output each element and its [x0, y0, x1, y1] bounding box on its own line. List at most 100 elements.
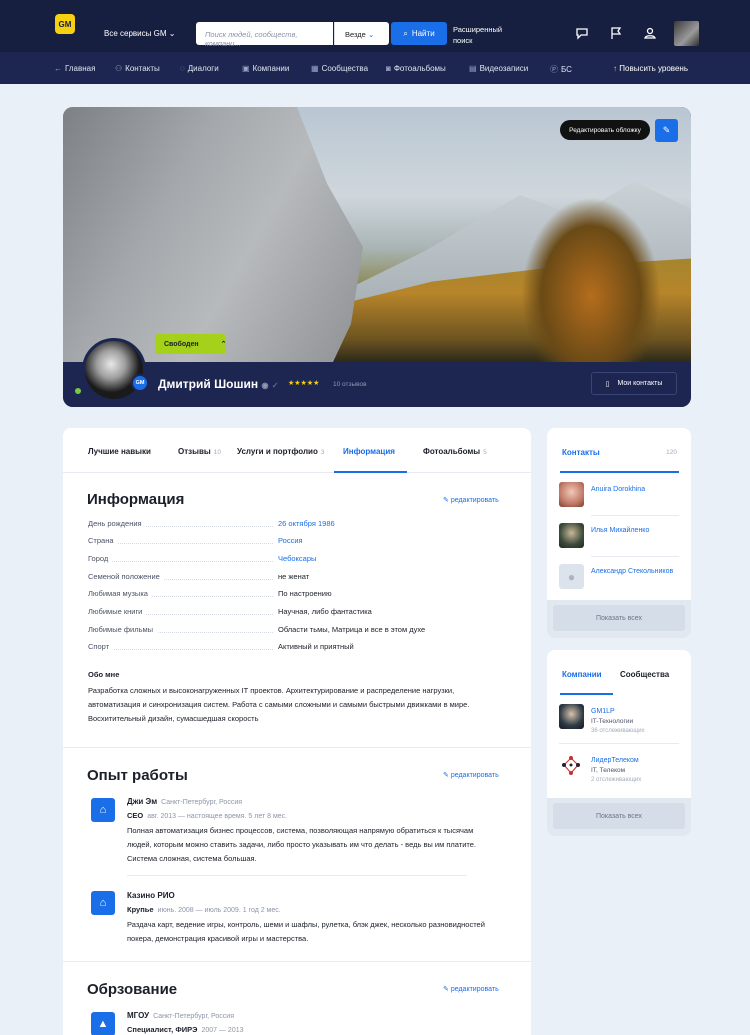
tab-count: 3	[320, 449, 325, 456]
divider	[559, 743, 679, 744]
tab-reviews[interactable]: Отзывы 10	[178, 447, 221, 456]
reviews-count[interactable]: 10 отзывов	[333, 381, 367, 388]
work-title: Опыт работы	[87, 767, 188, 784]
edit-education-link[interactable]: ✎ редактировать	[443, 985, 499, 993]
info-row: Семеной положение не женат	[88, 572, 508, 584]
info-key: День рождения	[88, 519, 146, 528]
profile-avatar[interactable]	[82, 338, 146, 402]
company-name: ЛидерТелеком	[591, 757, 639, 764]
tab-label: Лучшие навыки	[88, 447, 151, 456]
tab-services[interactable]: Услуги и портфолио 3	[237, 447, 324, 456]
advanced-search-link[interactable]: Расширенный поиск	[453, 24, 513, 46]
nav-label: Контакты	[125, 64, 160, 73]
education-school[interactable]: МГОУ Санкт-Петербург, Россия	[127, 1011, 234, 1020]
pencil-icon: ✎	[662, 125, 671, 135]
nav-label: БС	[561, 65, 572, 74]
my-contacts-label: Мои контакты	[617, 380, 663, 387]
nav-label: Видеозаписи	[479, 64, 529, 73]
contacts-book-icon: ▯	[605, 380, 610, 388]
chat-icon[interactable]	[575, 26, 589, 40]
profile-name: Дмитрий Шошин ◉ ✓	[158, 377, 279, 391]
show-all-companies-button[interactable]: Показать всех	[553, 803, 685, 829]
profile-tabs: Лучшие навыки Отзывы 10 Услуги и портфоли…	[63, 428, 531, 473]
my-contacts-button[interactable]: ▯ Мои контакты	[591, 372, 677, 395]
about-text: Разработка сложных и высоконагруженных I…	[88, 686, 470, 723]
tab-info[interactable]: Информация	[343, 447, 395, 456]
active-tab-indicator	[334, 471, 407, 473]
nav-item-communities[interactable]: ▦ Сообщества	[311, 64, 368, 73]
show-all-area: Показать всех	[547, 798, 691, 836]
info-value[interactable]: Россия	[278, 536, 303, 545]
contact-name: Илья Михайленко	[591, 527, 650, 534]
rating-stars: ★★★★★	[288, 380, 320, 387]
contacts-widget: Контакты 120 Anuira Dorokhina Илья Михай…	[547, 428, 691, 638]
info-key: Любимые фильмы	[88, 625, 158, 634]
active-tab-indicator	[560, 693, 613, 695]
grid-icon: ▦	[311, 64, 319, 73]
tab-skills[interactable]: Лучшие навыки	[88, 447, 151, 456]
nav-item-photos[interactable]: ◙ Фотоальбомы	[386, 64, 446, 73]
chevron-down-icon: ⌄	[367, 30, 375, 39]
info-value[interactable]: Чебоксары	[278, 554, 316, 563]
edit-info-link[interactable]: ✎ редактировать	[443, 496, 499, 504]
logo[interactable]: GM	[55, 14, 75, 34]
tab-label: Информация	[343, 447, 395, 456]
edit-label: редактировать	[450, 497, 499, 504]
user-placeholder-icon: ●	[559, 564, 584, 589]
chevron-down-icon: ⌄	[168, 29, 176, 38]
user-icon[interactable]	[643, 26, 657, 40]
nav-item-bs[interactable]: Ⓟ БС	[550, 64, 572, 75]
nav-item-videos[interactable]: ▤ Видеозаписи	[469, 64, 528, 73]
info-row: Любимые книги Научная, либо фантастика	[88, 607, 508, 619]
contacts-icon: ⚇	[115, 64, 123, 73]
nav-label: Диалоги	[187, 64, 219, 73]
nav-item-companies[interactable]: ▣ Компании	[242, 64, 289, 73]
flag-icon[interactable]	[609, 26, 623, 40]
search-scope-select[interactable]: Везде ⌄	[334, 22, 389, 45]
info-value[interactable]: 26 октября 1986	[278, 519, 335, 528]
job-company[interactable]: Джи Эм Санкт-Петербург, Россия	[127, 797, 242, 806]
info-key: Спорт	[88, 642, 114, 651]
contact-avatar	[559, 482, 584, 507]
upgrade-link[interactable]: ↑ Повысить уровень	[613, 64, 688, 73]
coin-icon: Ⓟ	[550, 65, 558, 74]
edit-cover-button[interactable]: ✎	[655, 119, 678, 142]
verified-icon: ◉	[261, 381, 269, 390]
contact-item[interactable]: Anuira Dorokhina	[559, 482, 679, 508]
divider	[591, 556, 679, 557]
company-item[interactable]: ЛидерТелеком IT, Телеком 2 отслеживающих	[559, 753, 679, 783]
search-icon: ⌕	[403, 28, 408, 38]
divider	[127, 875, 467, 876]
info-key: Любимая музыка	[88, 589, 152, 598]
company-item[interactable]: GM1LP IT-Технологии 36 отслеживающих	[559, 704, 679, 734]
contact-name: Anuira Dorokhina	[591, 486, 646, 493]
show-all-area: Показать всех	[547, 600, 691, 638]
tab-label: Отзывы	[178, 447, 211, 456]
all-services-dropdown[interactable]: Все сервисы GM ⌄	[104, 29, 175, 38]
nav-item-home[interactable]: ← Главная	[54, 64, 95, 73]
tab-companies[interactable]: Компании	[562, 670, 602, 679]
contact-item[interactable]: Илья Михайленко	[559, 523, 679, 549]
tab-communities[interactable]: Сообщества	[620, 670, 669, 679]
profile-cover: Редактировать обложку ✎ GM Свободен ⌃ Дми…	[63, 107, 691, 407]
search-input[interactable]: Поиск людей, сообществ, компани...	[196, 22, 333, 48]
edit-work-link[interactable]: ✎ редактировать	[443, 771, 499, 779]
search-button-label: Найти	[411, 29, 435, 38]
nav-item-contacts[interactable]: ⚇ Контакты	[115, 64, 160, 73]
nav-item-dialogs[interactable]: ◌ Диалоги	[180, 64, 219, 73]
contacts-tab[interactable]: Контакты	[562, 448, 600, 457]
show-all-contacts-button[interactable]: Показать всех	[553, 605, 685, 631]
nav-label: Сообщества	[321, 64, 369, 73]
tab-label: Услуги и портфолио	[237, 447, 318, 456]
contact-item[interactable]: ● Александр Стекольников	[559, 564, 679, 590]
chat-icon: ◌	[180, 64, 185, 73]
job-company[interactable]: Казино РИО	[127, 891, 175, 900]
main-panel: Лучшие навыки Отзывы 10 Услуги и портфоли…	[63, 428, 531, 1035]
user-avatar[interactable]	[674, 21, 699, 46]
search-button[interactable]: ⌕ Найти	[391, 22, 447, 45]
school-place: Санкт-Петербург, Россия	[153, 1013, 234, 1020]
status-dropdown[interactable]: Свободен ⌃	[155, 334, 227, 354]
profile-name-text: Дмитрий Шошин	[158, 377, 259, 391]
tab-photos[interactable]: Фотоальбомы 5	[423, 447, 487, 456]
company-name: GM1LP	[591, 708, 615, 715]
